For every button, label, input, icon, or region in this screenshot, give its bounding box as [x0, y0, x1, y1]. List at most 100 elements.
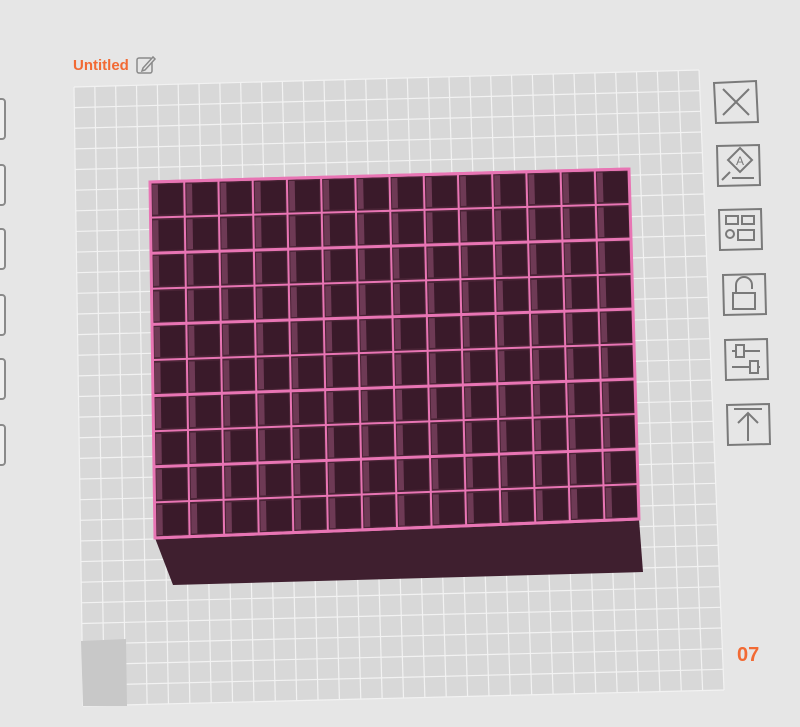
close-icon — [712, 79, 760, 125]
left-tool-4[interactable] — [0, 294, 6, 336]
model-cell-wall — [188, 325, 195, 357]
layout-button[interactable] — [716, 206, 764, 252]
model-cell-wall — [290, 251, 297, 282]
model-cell-wall — [563, 208, 571, 239]
model-cell-wall — [499, 386, 506, 417]
model-cell-wall — [290, 287, 298, 318]
model-cell-wall — [432, 459, 439, 490]
model-cell-wall — [398, 495, 405, 526]
model-cell-wall — [534, 420, 542, 450]
model-cell-wall — [532, 314, 539, 345]
build-plate-scene[interactable] — [0, 0, 800, 727]
left-tool-6[interactable] — [0, 424, 6, 466]
model-cell-wall — [562, 173, 570, 204]
model-cell-wall — [431, 423, 438, 454]
model-cell-wall — [393, 248, 400, 279]
model-cell-wall — [464, 352, 471, 383]
model-cell-wall — [288, 180, 296, 211]
model-cell-wall — [154, 326, 161, 358]
model-cell-wall — [397, 460, 405, 491]
model-cell-wall — [570, 453, 577, 484]
model-cell-wall — [466, 457, 474, 488]
model-cell-wall — [567, 348, 574, 379]
model-cell-wall — [326, 356, 333, 387]
model-cell-wall — [329, 498, 336, 529]
grid-box-model[interactable] — [148, 167, 643, 585]
model-cell-wall — [222, 289, 229, 320]
model-cell-wall — [327, 392, 334, 423]
text-label-icon: A — [715, 143, 762, 188]
model-cell-wall — [187, 290, 195, 321]
model-cell-wall — [462, 281, 469, 312]
model-cell-wall — [599, 277, 607, 308]
model-cell-wall — [460, 211, 468, 242]
model-cell-wall — [569, 418, 576, 449]
adjust-button[interactable] — [722, 336, 770, 382]
model-cell-wall — [495, 245, 503, 276]
model-cell-wall — [533, 385, 541, 415]
model-cell-wall — [596, 172, 604, 203]
text-tool-button[interactable]: A — [714, 142, 762, 188]
model-cell-wall — [324, 250, 331, 281]
lock-button[interactable] — [720, 271, 768, 317]
model-cell-wall — [224, 431, 231, 462]
model-cell-wall — [327, 427, 335, 458]
model-cell-wall — [188, 361, 196, 392]
model-cell-wall — [428, 318, 436, 349]
model-cell-wall — [155, 433, 162, 464]
model-cell-wall — [529, 209, 536, 240]
model-cell-wall — [602, 382, 610, 413]
model-cell-wall — [566, 313, 573, 344]
sliders-icon — [723, 337, 770, 382]
model-cell-wall — [191, 503, 198, 534]
model-cell-wall — [396, 425, 404, 456]
model-cell-wall — [427, 247, 434, 278]
left-tool-1[interactable] — [0, 98, 6, 140]
model-cell-wall — [255, 252, 263, 283]
model-cell-wall — [604, 452, 612, 483]
model-cell-wall — [187, 254, 194, 285]
model-cell-wall — [498, 351, 506, 381]
model-cell-wall — [432, 494, 440, 525]
left-tool-2[interactable] — [0, 164, 6, 206]
model-cell-wall — [323, 179, 330, 210]
pencil-icon[interactable] — [135, 54, 157, 76]
model-cell-wall — [186, 219, 194, 250]
unlock-icon — [721, 272, 768, 317]
left-tool-5[interactable] — [0, 358, 6, 400]
upload-icon — [725, 402, 772, 447]
model-cell-wall — [225, 502, 232, 533]
layout-grid-icon — [717, 207, 764, 252]
model-cell-wall — [360, 320, 367, 351]
model-cell-wall — [394, 319, 402, 350]
close-button[interactable] — [712, 79, 760, 125]
model-cell-wall — [255, 217, 262, 248]
model-cell-wall — [601, 347, 609, 378]
model-cell-wall — [289, 216, 296, 247]
model-cell-wall — [568, 383, 575, 414]
model-cell-wall — [391, 178, 398, 208]
model-cell-wall — [425, 177, 433, 208]
model-cell-wall — [363, 496, 371, 528]
model-cell-wall — [464, 387, 472, 418]
model-cell-wall — [603, 417, 611, 448]
model-cell-wall — [294, 464, 301, 495]
model-cell-wall — [259, 430, 266, 461]
svg-text:A: A — [736, 154, 744, 168]
model-cell-wall — [571, 489, 578, 519]
model-cell-wall — [501, 491, 509, 522]
document-title[interactable]: Untitled — [73, 57, 129, 74]
model-cell-wall — [535, 455, 543, 486]
model-cell-wall — [153, 291, 160, 322]
export-button[interactable] — [724, 401, 772, 447]
model-cell-wall — [460, 176, 467, 207]
model-cell-wall — [189, 396, 196, 428]
model-cell-wall — [564, 243, 572, 274]
left-tool-3[interactable] — [0, 228, 6, 270]
model-cell-wall — [430, 388, 438, 419]
model-cell-wall — [358, 249, 366, 280]
model-cell-wall — [494, 175, 501, 206]
model-cell-wall — [328, 462, 335, 493]
model-cell-wall — [359, 284, 366, 315]
model-cell-wall — [532, 349, 540, 380]
